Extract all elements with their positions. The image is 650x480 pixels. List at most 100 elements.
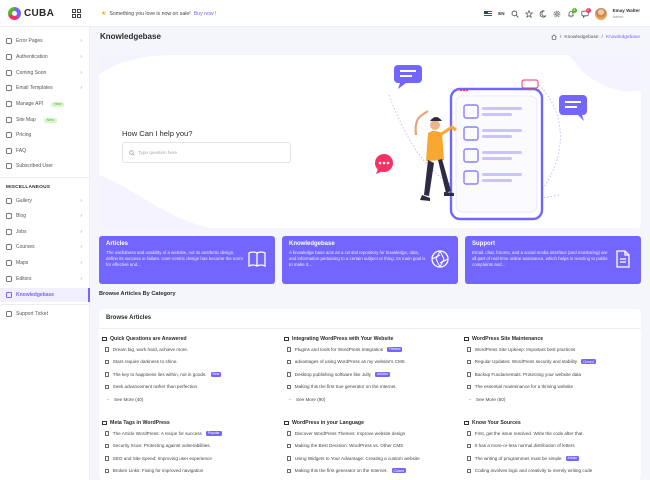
file-text-icon (287, 468, 291, 473)
sidebar-item-label: Email Templates (16, 85, 53, 91)
browse-heading: Browse Articles (106, 315, 152, 321)
dark-mode-icon[interactable] (539, 9, 547, 18)
article-link[interactable]: First, get the issue resolved. Write the… (464, 427, 634, 440)
language-selector[interactable]: EN (498, 11, 504, 16)
us-flag-icon[interactable] (484, 11, 493, 16)
category-title[interactable]: WordPress Site Maintenance (464, 335, 634, 343)
article-link[interactable]: Desktop publishing software like Jully Ar… (284, 368, 454, 381)
sidebar-toggle-icon[interactable] (72, 9, 81, 18)
bell-icon[interactable]: 4 (567, 7, 577, 18)
sidebar-item-label: Knowledgebase (16, 292, 55, 298)
message-icon[interactable]: 2 (580, 7, 591, 18)
file-text-icon (287, 359, 291, 364)
article-link[interactable]: Making this the first true generator on … (284, 381, 454, 394)
file-text-icon (287, 384, 291, 389)
article-link[interactable]: Discover WordPress Themes: Improve websi… (284, 427, 454, 440)
file-text-icon (287, 443, 291, 448)
sidebar-item-blog[interactable]: Blog › (0, 209, 90, 223)
sidebar-item-email-templates[interactable]: Email Templates › (0, 81, 90, 95)
knowledgebase-card[interactable]: Knowledgebase A knowledge base acts as a… (282, 236, 458, 284)
archive-icon (464, 336, 469, 342)
article-link[interactable]: It has a more-or-less normal distributio… (464, 440, 634, 453)
coming-soon-icon (6, 70, 12, 76)
article-link[interactable]: Backup Fundamentals: Protecting your web… (464, 368, 634, 381)
file-text-icon (467, 359, 471, 364)
sidebar-item-knowledgebase[interactable]: Knowledgebase (0, 288, 90, 302)
article-link[interactable]: The key to happiness lies within, not in… (102, 368, 272, 381)
sidebar-item-manage-api[interactable]: Manage API New (0, 97, 90, 111)
sidebar-item-gallery[interactable]: Gallery › (0, 194, 90, 208)
logo-text: CUBA (24, 7, 55, 19)
new-badge: New (51, 101, 65, 107)
article-link[interactable]: Seek advancement rather than perfection. (102, 381, 272, 394)
article-link[interactable]: Security Scan: Protecting against vulner… (102, 440, 272, 453)
article-link[interactable]: The writing of programmes must be simple… (464, 452, 634, 465)
user-icon (6, 163, 12, 169)
sidebar-item-pricing[interactable]: Pricing (0, 128, 90, 142)
sidebar-item-label: Pricing (16, 132, 32, 138)
card-text: A knowledge base acts as a central repos… (289, 250, 426, 267)
sidebar-item-subscribed-user[interactable]: Subscribed User (0, 159, 90, 173)
courses-icon (6, 244, 12, 250)
article-text: SEO and Site Speed: Improving user exper… (112, 455, 212, 461)
sidebar-item-jobs[interactable]: Jobs › (0, 225, 90, 239)
category-title[interactable]: Meta Tags in WordPress (102, 419, 272, 427)
article-link[interactable]: SEO and Site Speed: Improving user exper… (102, 452, 272, 465)
support-card[interactable]: Support Email, chat, forums, and a socia… (465, 236, 641, 284)
knowledgebase-search[interactable] (122, 142, 291, 163)
user-menu[interactable]: Emay Walter Admin (613, 8, 640, 20)
article-link[interactable]: Broken Links: Fixing for improved naviga… (102, 465, 272, 478)
sidebar-item-site-map[interactable]: Site Map New (0, 113, 90, 127)
article-link[interactable]: advantages of using WordPress as my webs… (284, 356, 454, 369)
breadcrumb-separator: / (560, 34, 562, 40)
article-text: Desktop publishing software like Jully (294, 371, 371, 377)
see-more-text: See More (50) (476, 396, 506, 402)
article-link[interactable]: Stars require darkness to shine. (102, 356, 272, 369)
article-link[interactable]: Regular Updates: WordPress security and … (464, 356, 634, 369)
article-text: advantages of using WordPress as my webs… (294, 359, 405, 365)
article-link[interactable]: Using Widgets to Your Advantage: Creatin… (284, 452, 454, 465)
sidebar-item-error-pages[interactable]: Error Pages › (0, 34, 90, 48)
sidebar-item-editors[interactable]: Editors › (0, 272, 90, 286)
star-outline-icon[interactable] (524, 9, 534, 18)
avatar[interactable] (594, 7, 607, 20)
article-link[interactable]: Making this the first generator on the I… (284, 465, 454, 478)
settings-icon[interactable] (553, 10, 561, 18)
sidebar-item-coming-soon[interactable]: Coming Soon › (0, 66, 90, 80)
article-link[interactable]: Coding involves logic and creativity to … (464, 465, 634, 478)
gallery-icon (6, 198, 12, 204)
sidebar-item-maps[interactable]: Maps › (0, 256, 90, 270)
article-tag: Popular (205, 430, 222, 436)
category-title[interactable]: WordPress in your Language (284, 419, 454, 427)
article-text: Plugins and tools for WordPress Integrat… (294, 346, 384, 352)
see-more-link[interactable]: → See More (40) (102, 393, 272, 406)
search-input[interactable] (138, 150, 288, 155)
articles-card[interactable]: Articles The usefulness and usability of… (99, 236, 275, 284)
home-icon[interactable] (551, 34, 557, 40)
article-link[interactable]: Dream big, work hard, achieve more. (102, 343, 272, 356)
article-link[interactable]: Making the Best Decision: WordPress vs. … (284, 440, 454, 453)
see-more-link[interactable]: → See More (90) (284, 393, 454, 406)
category-title[interactable]: Integrating WordPress with Your Website (284, 335, 454, 343)
search-icon[interactable] (511, 10, 519, 18)
card-title: Articles (106, 241, 129, 247)
article-link[interactable]: The Article WordPress: A recipe for succ… (102, 427, 272, 440)
breadcrumb-current: Knowledgebase (605, 34, 640, 40)
logo[interactable]: CUBA (8, 6, 54, 20)
sidebar-item-authentication[interactable]: Authentication › (0, 50, 90, 64)
article-link[interactable]: Plugins and tools for WordPress Integrat… (284, 343, 454, 356)
article-link[interactable]: WordPress Site Upkeep: Important best pr… (464, 343, 634, 356)
article-link[interactable]: The essential maintenance for a thriving… (464, 381, 634, 394)
promo-link[interactable]: Buy now ! (194, 11, 217, 17)
category-title[interactable]: Quick Questions are Answered (102, 335, 272, 343)
new-badge: New (43, 117, 57, 123)
sidebar-item-courses[interactable]: Courses › (0, 240, 90, 254)
article-text: Regular Updates: WordPress security and … (474, 359, 578, 365)
breadcrumb-item[interactable]: Knowledgebase (564, 35, 598, 40)
arrow-right-icon: → (467, 396, 472, 403)
see-more-link[interactable]: → See More (50) (464, 393, 634, 406)
sidebar-item-faq[interactable]: FAQ (0, 144, 90, 158)
category-title[interactable]: Know Your Sources (464, 419, 634, 427)
article-text: Security Scan: Protecting against vulner… (112, 443, 211, 449)
sidebar-item-support-ticket[interactable]: Support Ticket (0, 307, 90, 321)
